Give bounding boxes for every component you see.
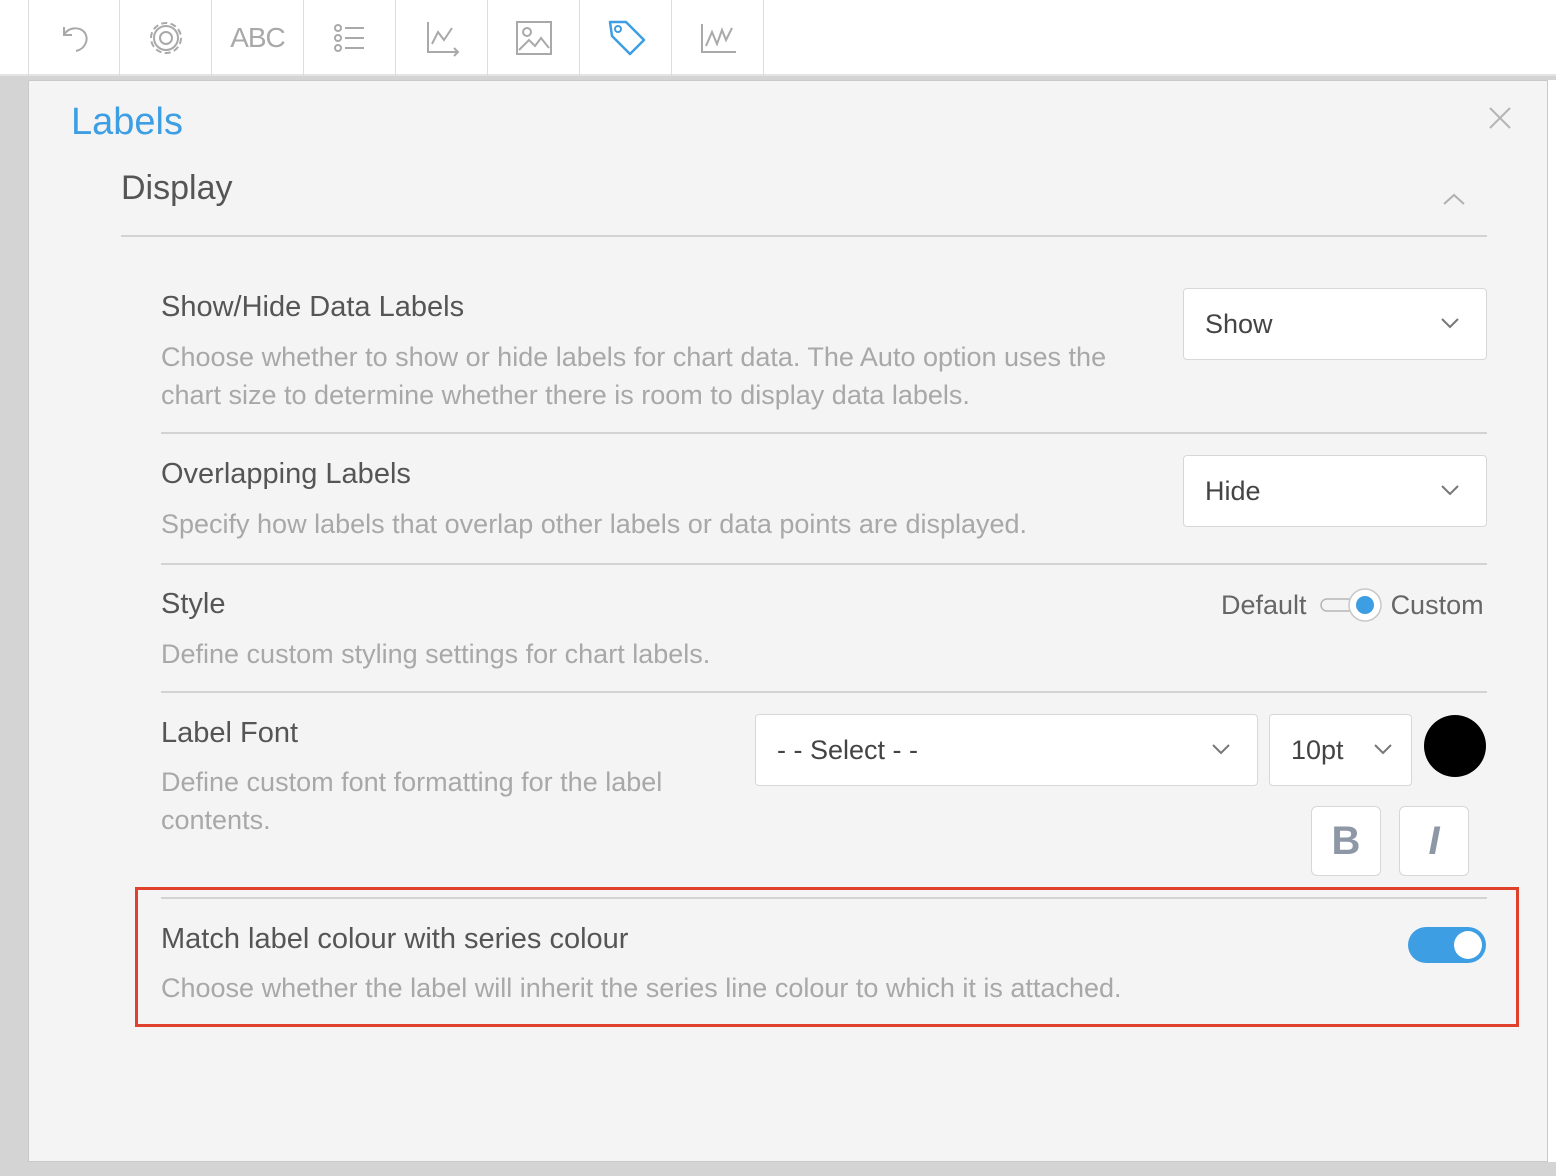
line-chart-icon (700, 24, 736, 53)
italic-button[interactable]: I (1399, 806, 1469, 876)
show-hide-description: Choose whether to show or hide labels fo… (161, 342, 1107, 410)
bold-button[interactable]: B (1311, 806, 1381, 876)
overlapping-title: Overlapping Labels (161, 458, 411, 490)
chevron-up-icon (1443, 193, 1465, 205)
close-icon (1489, 107, 1511, 129)
font-family-select[interactable]: - - Select - - (755, 714, 1258, 786)
match-colour-toggle[interactable] (1408, 927, 1486, 963)
image-button[interactable] (488, 0, 580, 76)
row-divider (161, 897, 1487, 899)
axis-button[interactable] (396, 0, 488, 76)
settings-button[interactable] (120, 0, 212, 76)
axis-icon (426, 22, 459, 57)
font-color-swatch[interactable] (1424, 715, 1486, 777)
show-hide-select[interactable]: Show (1183, 288, 1487, 360)
toolbar: ABC (0, 0, 1556, 76)
style-title: Style (161, 588, 226, 620)
overlapping-value: Hide (1205, 475, 1261, 506)
image-icon (515, 21, 552, 55)
row-divider (161, 563, 1487, 565)
tag-icon (608, 20, 645, 56)
labels-button[interactable] (580, 0, 672, 76)
overlapping-select[interactable]: Hide (1183, 455, 1487, 527)
list-icon (333, 24, 364, 52)
show-hide-value: Show (1205, 308, 1273, 339)
font-size-value: 10pt (1291, 734, 1344, 765)
panel-title: Labels (71, 101, 183, 143)
background-strip (1548, 80, 1556, 1162)
section-divider (121, 235, 1487, 237)
toggle-knob (1454, 931, 1482, 959)
style-option-default[interactable]: Default (1221, 590, 1307, 621)
gear-icon (149, 22, 182, 54)
row-divider (161, 432, 1487, 434)
labels-panel: Labels Display Show/Hide Data Labels Cho… (28, 80, 1548, 1162)
row-divider (161, 1025, 1487, 1027)
chevron-down-icon (1212, 744, 1230, 755)
label-font-description: Define custom font formatting for the la… (161, 767, 663, 835)
style-option-custom[interactable]: Custom (1391, 590, 1484, 621)
abc-text-icon: ABC (230, 22, 286, 53)
overlapping-description: Specify how labels that overlap other la… (161, 509, 1028, 539)
match-colour-title: Match label colour with series colour (161, 923, 629, 955)
undo-icon (63, 27, 88, 52)
chevron-down-icon (1441, 318, 1459, 329)
close-button[interactable] (1485, 103, 1515, 133)
style-radio-group: Default Custom (1221, 585, 1484, 625)
legend-button[interactable] (304, 0, 396, 76)
row-divider (161, 691, 1487, 693)
match-colour-description: Choose whether the label will inherit th… (161, 973, 1122, 1003)
style-description: Define custom styling settings for chart… (161, 639, 711, 669)
text-button[interactable]: ABC (212, 0, 304, 76)
undo-button[interactable] (28, 0, 120, 76)
style-switch[interactable] (1319, 587, 1385, 623)
font-family-value: - - Select - - (777, 734, 919, 765)
chevron-down-icon (1441, 485, 1459, 496)
series-button[interactable] (672, 0, 764, 76)
font-size-select[interactable]: 10pt (1269, 714, 1412, 786)
label-font-title: Label Font (161, 717, 299, 749)
collapse-section-button[interactable] (1439, 187, 1469, 211)
chevron-down-icon (1374, 744, 1392, 755)
show-hide-title: Show/Hide Data Labels (161, 291, 465, 323)
section-title: Display (121, 169, 233, 207)
